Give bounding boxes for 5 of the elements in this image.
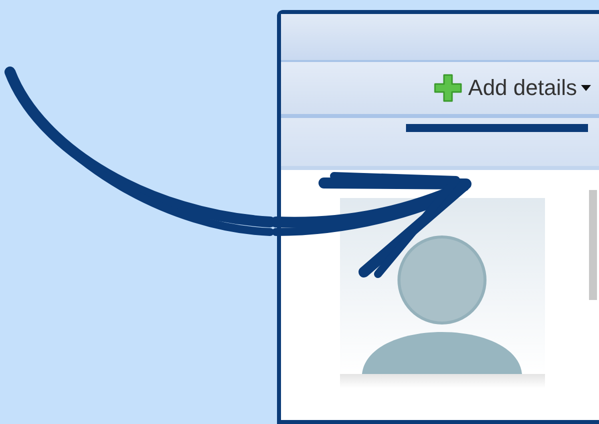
avatar-placeholder-icon bbox=[340, 198, 545, 388]
plus-icon bbox=[432, 72, 464, 104]
add-details-button[interactable]: Add details bbox=[432, 72, 591, 104]
scrollbar[interactable] bbox=[589, 190, 597, 300]
caret-icon bbox=[581, 85, 591, 91]
